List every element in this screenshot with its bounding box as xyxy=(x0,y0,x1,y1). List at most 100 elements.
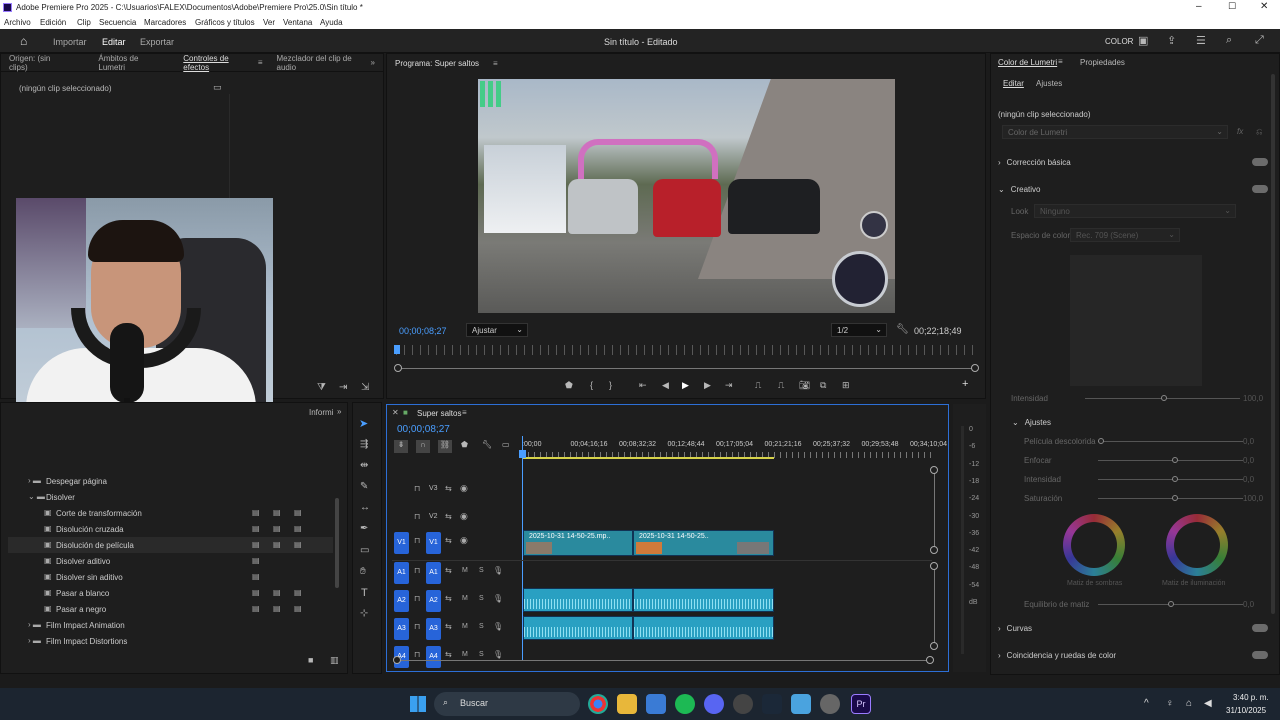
tint-balance-slider[interactable] xyxy=(1098,601,1243,607)
playhead-marker[interactable] xyxy=(394,345,400,354)
menu-item-edicion[interactable]: Edición xyxy=(40,18,66,27)
lock-icon[interactable]: ⊓ xyxy=(414,566,420,575)
volume-icon[interactable]: ◀ xyxy=(1204,698,1212,709)
tab-importar[interactable]: Importar xyxy=(53,37,87,47)
spotify-icon[interactable] xyxy=(675,694,695,714)
look-dropdown[interactable]: Ninguno ⌄ xyxy=(1034,204,1236,218)
effects-list-item[interactable]: ▣ Pasar a blanco ▤ ▤ ▤ xyxy=(8,585,333,601)
panel-options-icon[interactable]: ▭ xyxy=(213,82,222,93)
adjustment-value[interactable]: 100,0 xyxy=(1243,494,1263,503)
toggle-switch[interactable] xyxy=(1252,624,1268,632)
sync-lock-icon[interactable]: ⇆ xyxy=(445,622,452,631)
share-icon[interactable]: ⇪ xyxy=(1167,34,1176,47)
clock-date[interactable]: 31/10/2025 xyxy=(1226,706,1266,715)
reset-icon[interactable]: ⎌ xyxy=(1256,127,1262,137)
menu-item-secuencia[interactable]: Secuencia xyxy=(99,18,136,27)
sync-lock-icon[interactable]: ⇆ xyxy=(445,594,452,603)
eye-icon[interactable]: ◉ xyxy=(460,483,468,494)
effects-list-item[interactable]: › ▬ Film Impact Distortions xyxy=(8,633,333,649)
effects-list-item[interactable]: ▣ Disolver sin aditivo ▤ xyxy=(8,569,333,585)
source-patch-toggle[interactable]: V1 xyxy=(394,532,409,554)
search-icon[interactable]: ⌕ xyxy=(1226,34,1232,47)
effects-list-item[interactable]: › ▬ Film Impact Animation xyxy=(8,617,333,633)
multicam-icon[interactable]: ⊞ xyxy=(842,380,850,391)
panel-toggle-icon[interactable]: ▣ xyxy=(1138,34,1148,47)
tab-propiedades[interactable]: Propiedades xyxy=(1080,58,1125,67)
go-to-in-icon[interactable]: ⇤ xyxy=(639,380,647,391)
menu-item-marcadores[interactable]: Marcadores xyxy=(144,18,186,27)
razor-icon[interactable]: ✎ xyxy=(360,481,368,492)
sync-lock-icon[interactable]: ⇆ xyxy=(445,536,452,545)
step-forward-icon[interactable]: ▶ xyxy=(704,380,711,391)
mute-button[interactable]: M xyxy=(462,567,468,574)
sync-lock-icon[interactable]: ⇆ xyxy=(445,484,452,493)
effects-list-item[interactable]: ▣ Disolución cruzada ▤ ▤ ▤ xyxy=(8,521,333,537)
delete-icon[interactable]: ▥ xyxy=(330,655,339,666)
toggle-switch[interactable] xyxy=(1252,185,1268,193)
photos-icon[interactable] xyxy=(791,694,811,714)
add-button-icon[interactable]: + xyxy=(962,378,968,390)
captions-icon[interactable]: ▭ xyxy=(502,440,510,449)
video-clip-2[interactable]: 2025-10-31 14-50-25.. xyxy=(633,530,774,556)
maximize-icon[interactable]: ☐ xyxy=(1228,1,1236,12)
tab-origen[interactable]: Origen: (sin clips) xyxy=(9,54,60,72)
go-to-out-icon[interactable]: ⇥ xyxy=(725,380,733,391)
section-creativo[interactable]: ⌄ Creativo xyxy=(998,183,1268,195)
tab-informacion[interactable]: Informi xyxy=(309,408,333,417)
effects-list-item[interactable]: ▣ Pasar a negro ▤ ▤ ▤ xyxy=(8,601,333,617)
menu-item-archivo[interactable]: Archivo xyxy=(4,18,31,27)
taskbar-search[interactable]: ⌕ Buscar xyxy=(434,692,580,716)
zoom-scrollbar[interactable] xyxy=(398,368,976,369)
scroll-handle[interactable] xyxy=(930,562,938,570)
sync-lock-icon[interactable]: ⇆ xyxy=(445,566,452,575)
timeline-menu-icon[interactable]: ≡ xyxy=(462,408,467,417)
lift-icon[interactable]: ⎍ xyxy=(755,380,761,391)
menu-item-ventana[interactable]: Ventana xyxy=(283,18,312,27)
section-ajustes[interactable]: ⌄ Ajustes xyxy=(1012,416,1280,428)
eye-icon[interactable]: ◉ xyxy=(460,535,468,546)
section-curvas[interactable]: › Curvas xyxy=(998,622,1268,634)
mic-icon[interactable]: 🎙︎ xyxy=(493,594,503,603)
h-scroll-handle-right[interactable] xyxy=(926,656,934,664)
adjustment-slider[interactable] xyxy=(1098,438,1243,444)
adjustment-slider[interactable] xyxy=(1098,495,1243,501)
tab-controles[interactable]: Controles de efectos xyxy=(183,54,244,72)
scroll-handle[interactable] xyxy=(930,642,938,650)
track-select-icon[interactable]: ⇶ xyxy=(360,439,368,450)
menu-item-clip[interactable]: Clip xyxy=(77,18,91,27)
new-bin-icon[interactable]: ■ xyxy=(308,655,313,665)
fx-icon[interactable]: fx xyxy=(1237,127,1243,136)
type-icon[interactable]: T xyxy=(361,587,368,599)
toggle-switch[interactable] xyxy=(1252,651,1268,659)
timeline-title[interactable]: Super saltos xyxy=(417,409,461,418)
scroll-handle[interactable] xyxy=(930,466,938,474)
program-timecode[interactable]: 00;00;08;27 xyxy=(399,326,447,336)
color-workspace-label[interactable]: COLOR xyxy=(1105,37,1133,46)
file-explorer-icon[interactable] xyxy=(617,694,637,714)
minimize-icon[interactable]: – xyxy=(1196,1,1202,12)
menu-item-graficos[interactable]: Gráficos y títulos xyxy=(195,18,255,27)
track-target-toggle[interactable]: V1 xyxy=(426,532,441,554)
tab-ambitos[interactable]: Ámbitos de Lumetri xyxy=(98,54,155,72)
section-correccion-basica[interactable]: › Corrección básica xyxy=(998,156,1268,168)
adjustment-slider[interactable] xyxy=(1098,476,1243,482)
network-icon[interactable]: ⌂ xyxy=(1186,698,1192,709)
chrome-icon[interactable] xyxy=(588,694,608,714)
subtab-editar[interactable]: Editar xyxy=(1003,79,1024,88)
lock-icon[interactable]: ⊓ xyxy=(414,512,420,521)
insert-icon[interactable]: ⇟ xyxy=(394,440,408,453)
effects-scrollbar[interactable] xyxy=(335,498,339,588)
pen-icon[interactable]: ✒ xyxy=(360,523,368,534)
step-back-icon[interactable]: ◀ xyxy=(662,380,669,391)
track-target-toggle[interactable]: A2 xyxy=(426,590,441,612)
tab-exportar[interactable]: Exportar xyxy=(140,37,174,47)
scroll-handle[interactable] xyxy=(930,546,938,554)
tab-mezclador[interactable]: Mezclador del clip de audio xyxy=(277,54,357,72)
toggle-switch[interactable] xyxy=(1252,158,1268,166)
mark-in-icon[interactable]: { xyxy=(590,380,593,390)
lock-icon[interactable]: ⊓ xyxy=(414,594,420,603)
marker-icon[interactable]: ⬟ xyxy=(565,380,573,391)
fit-dropdown[interactable]: Ajustar ⌄ xyxy=(466,323,528,337)
adjustment-value[interactable]: 0,0 xyxy=(1243,475,1254,484)
settings-wrench-icon[interactable]: 🔧︎ xyxy=(482,440,492,449)
